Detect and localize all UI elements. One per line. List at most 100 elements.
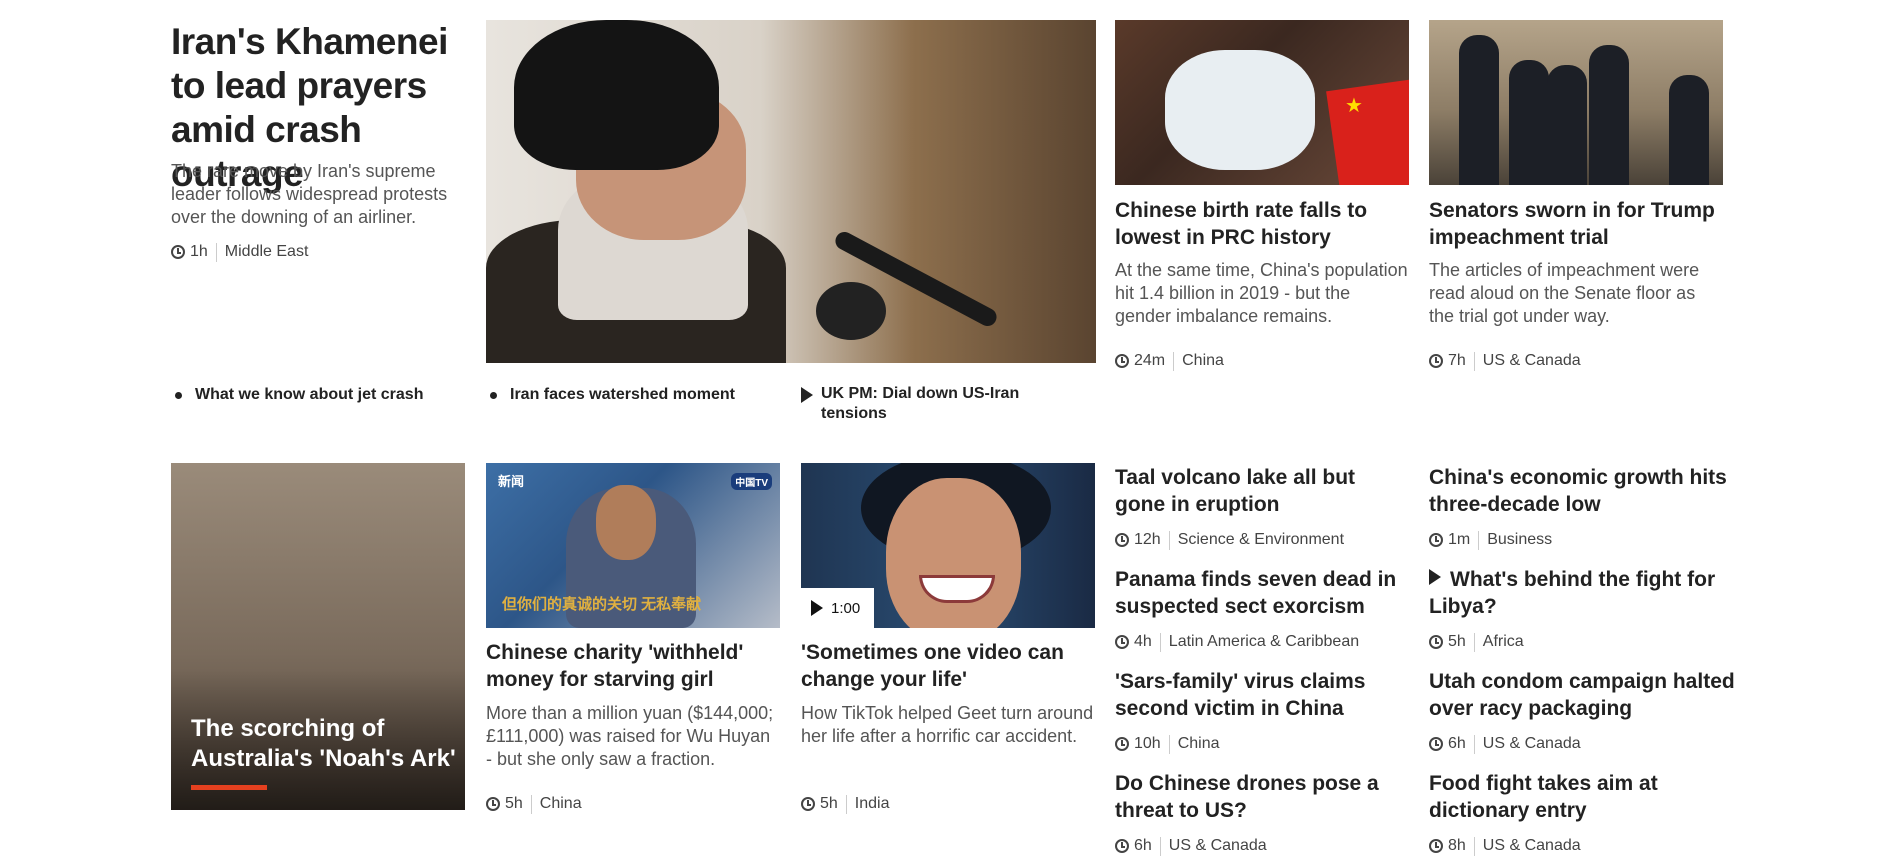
- clock-icon: [1429, 354, 1443, 368]
- taal-headline[interactable]: Taal volcano lake all but gone in erupti…: [1115, 464, 1409, 518]
- section-link[interactable]: India: [855, 795, 890, 813]
- panama-headline[interactable]: Panama finds seven dead in suspected sec…: [1115, 566, 1409, 620]
- related-label: What we know about jet crash: [195, 386, 424, 403]
- birth-rate-headline[interactable]: Chinese birth rate falls to lowest in PR…: [1115, 197, 1409, 251]
- charity-image[interactable]: 新闻 中国TV 但你们的真诚的关切 无私奉献: [486, 463, 780, 628]
- economy-meta: 1m Business: [1429, 530, 1552, 550]
- meta-divider: [530, 794, 532, 814]
- meta-divider: [845, 794, 847, 814]
- khamenei-image[interactable]: [486, 20, 1096, 363]
- clock-icon: [1115, 737, 1129, 751]
- section-link[interactable]: Africa: [1483, 633, 1524, 651]
- section-link[interactable]: US & Canada: [1483, 352, 1581, 370]
- meta-divider: [1173, 351, 1175, 371]
- related-label: Iran faces watershed moment: [510, 386, 735, 403]
- taal-meta: 12h Science & Environment: [1115, 530, 1344, 550]
- meta-divider: [1168, 530, 1170, 550]
- tiktok-meta: 5h India: [801, 794, 890, 814]
- birth-rate-summary: At the same time, China's population hit…: [1115, 260, 1408, 326]
- related-link-uk-pm-video[interactable]: UK PM: Dial down US-Iran tensions: [801, 384, 1061, 424]
- section-link[interactable]: Science & Environment: [1178, 531, 1344, 549]
- charity-headline[interactable]: Chinese charity 'withheld' money for sta…: [486, 639, 780, 693]
- time: 4h: [1134, 633, 1152, 650]
- related-label: UK PM: Dial down US-Iran tensions: [821, 385, 1020, 422]
- koala-feature-card[interactable]: The scorching of Australia's 'Noah's Ark…: [171, 463, 465, 810]
- related-link-watershed[interactable]: Iran faces watershed moment: [486, 385, 776, 405]
- bullet-icon: [490, 392, 497, 399]
- time: 5h: [820, 795, 838, 812]
- time: 6h: [1134, 837, 1152, 854]
- time: 24m: [1134, 352, 1166, 369]
- meta-divider: [1159, 632, 1161, 652]
- tiktok-headline[interactable]: 'Sometimes one video can change your lif…: [801, 639, 1095, 693]
- meta-divider: [1473, 734, 1475, 754]
- related-link-jet-crash[interactable]: What we know about jet crash: [171, 385, 461, 405]
- bullet-icon: [175, 392, 182, 399]
- feature-title: The scorching of Australia's 'Noah's Ark…: [191, 715, 456, 772]
- senate-image[interactable]: [1429, 20, 1723, 185]
- senate-meta: 7h US & Canada: [1429, 351, 1581, 371]
- time: 5h: [1448, 633, 1466, 650]
- lead-section-link[interactable]: Middle East: [225, 243, 309, 261]
- charity-summary: More than a million yuan ($144,000; £111…: [486, 703, 774, 769]
- image-subtitle: 但你们的真诚的关切 无私奉献: [502, 596, 702, 613]
- meta-divider: [1473, 836, 1475, 856]
- play-icon: [811, 600, 823, 616]
- utah-meta: 6h US & Canada: [1429, 734, 1581, 754]
- clock-icon: [1429, 635, 1443, 649]
- section-link[interactable]: China: [540, 795, 582, 813]
- tiktok-summary: How TikTok helped Geet turn around her l…: [801, 703, 1094, 746]
- section-link[interactable]: US & Canada: [1483, 837, 1581, 855]
- time: 8h: [1448, 837, 1466, 854]
- section-link[interactable]: Business: [1487, 531, 1552, 549]
- sars-headline[interactable]: 'Sars-family' virus claims second victim…: [1115, 668, 1409, 722]
- section-link[interactable]: Latin America & Caribbean: [1169, 633, 1359, 651]
- time: 12h: [1134, 531, 1161, 548]
- tv-logo: 中国TV: [731, 473, 772, 490]
- time: 7h: [1448, 352, 1466, 369]
- clock-icon: [171, 245, 185, 259]
- meta-divider: [1478, 530, 1480, 550]
- economy-headline[interactable]: China's economic growth hits three-decad…: [1429, 464, 1729, 518]
- libya-video-headline[interactable]: What's behind the fight for Libya?: [1429, 566, 1729, 620]
- lead-meta: 1h Middle East: [171, 242, 308, 262]
- charity-meta: 5h China: [486, 794, 582, 814]
- food-fight-meta: 8h US & Canada: [1429, 836, 1581, 856]
- utah-headline[interactable]: Utah condom campaign halted over racy pa…: [1429, 668, 1739, 722]
- headline-text: What's behind the fight for Libya?: [1429, 568, 1716, 618]
- feature-accent-bar: [191, 785, 267, 790]
- play-icon: [1429, 569, 1441, 585]
- senate-summary: The articles of impeachment were read al…: [1429, 260, 1700, 326]
- drones-meta: 6h US & Canada: [1115, 836, 1267, 856]
- time: 5h: [505, 795, 523, 812]
- meta-divider: [1473, 632, 1475, 652]
- section-link[interactable]: US & Canada: [1483, 735, 1581, 753]
- sars-meta: 10h China: [1115, 734, 1220, 754]
- meta-divider: [215, 242, 217, 262]
- libya-meta: 5h Africa: [1429, 632, 1524, 652]
- play-icon: [801, 387, 813, 403]
- section-link[interactable]: China: [1182, 352, 1224, 370]
- clock-icon: [1115, 533, 1129, 547]
- drones-headline[interactable]: Do Chinese drones pose a threat to US?: [1115, 770, 1409, 824]
- meta-divider: [1159, 836, 1161, 856]
- clock-icon: [1429, 737, 1443, 751]
- senate-headline[interactable]: Senators sworn in for Trump impeachment …: [1429, 197, 1723, 251]
- clock-icon: [486, 797, 500, 811]
- time: 10h: [1134, 735, 1161, 752]
- video-badge[interactable]: 1:00: [801, 588, 874, 628]
- section-link[interactable]: US & Canada: [1169, 837, 1267, 855]
- tv-logo: 新闻: [498, 474, 525, 489]
- clock-icon: [1115, 635, 1129, 649]
- tiktok-video-image[interactable]: 1:00: [801, 463, 1095, 628]
- birth-rate-meta: 24m China: [1115, 351, 1224, 371]
- clock-icon: [801, 797, 815, 811]
- clock-icon: [1115, 354, 1129, 368]
- meta-divider: [1168, 734, 1170, 754]
- food-fight-headline[interactable]: Food fight takes aim at dictionary entry: [1429, 770, 1723, 824]
- birth-rate-image[interactable]: ★: [1115, 20, 1409, 185]
- section-link[interactable]: China: [1178, 735, 1220, 753]
- meta-divider: [1473, 351, 1475, 371]
- lead-time: 1h: [190, 243, 208, 260]
- panama-meta: 4h Latin America & Caribbean: [1115, 632, 1359, 652]
